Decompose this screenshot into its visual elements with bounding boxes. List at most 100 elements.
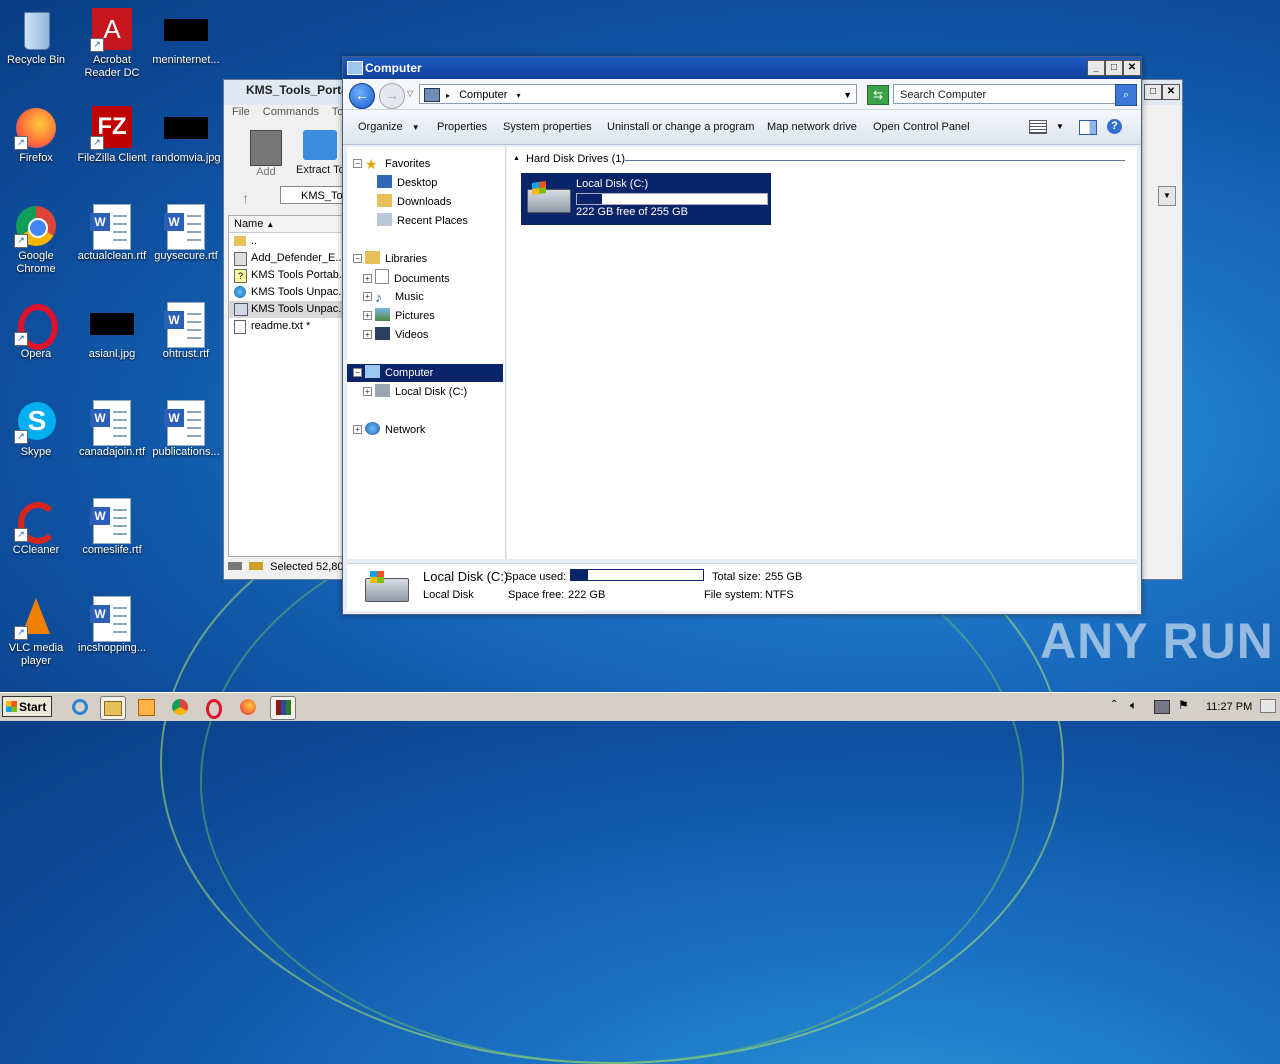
expand-icon[interactable]: + bbox=[353, 425, 362, 434]
view-options-icon[interactable] bbox=[1029, 120, 1047, 134]
start-button[interactable]: Start bbox=[2, 696, 52, 717]
group-header[interactable]: ▲ Hard Disk Drives (1) bbox=[513, 153, 1133, 167]
nav-music[interactable]: + ♪ Music bbox=[363, 288, 424, 306]
action-center-flag-icon[interactable]: ⚑ bbox=[1178, 698, 1189, 712]
desktop-icon-meninternet[interactable]: meninternet... bbox=[150, 8, 222, 67]
nav-videos[interactable]: + Videos bbox=[363, 326, 428, 344]
desktop-icon-firefox[interactable]: ↗ Firefox bbox=[0, 106, 72, 165]
nav-pictures[interactable]: + Pictures bbox=[363, 307, 435, 325]
show-hidden-icons-icon[interactable]: ⌃ bbox=[1110, 699, 1118, 710]
taskbar-firefox-button[interactable] bbox=[236, 696, 260, 718]
show-desktop-button[interactable] bbox=[1260, 699, 1276, 713]
nav-computer[interactable]: − Computer bbox=[347, 364, 503, 382]
taskbar-opera-button[interactable] bbox=[202, 696, 226, 719]
collapse-icon[interactable]: − bbox=[353, 368, 362, 377]
expand-icon[interactable]: + bbox=[363, 330, 372, 339]
taskbar-ie-button[interactable] bbox=[68, 696, 92, 718]
expand-icon[interactable]: + bbox=[363, 274, 372, 283]
organize-button[interactable]: Organize ▼ bbox=[358, 121, 420, 133]
winrar-menu: File Commands Too bbox=[232, 106, 350, 118]
refresh-button[interactable]: ⇆ bbox=[867, 85, 889, 105]
nav-local-disk[interactable]: + Local Disk (C:) bbox=[363, 383, 467, 401]
up-arrow-icon[interactable]: ↑ bbox=[242, 190, 249, 206]
list-item[interactable]: Add_Defender_E... bbox=[229, 250, 345, 267]
desktop-icon-asianl[interactable]: asianl.jpg bbox=[76, 302, 148, 361]
desktop-icon-opera[interactable]: ↗ Opera bbox=[0, 302, 72, 361]
back-button[interactable]: ← bbox=[349, 83, 375, 109]
maximize-button[interactable]: □ bbox=[1105, 60, 1123, 76]
close-button[interactable]: ✕ bbox=[1162, 84, 1180, 100]
system-properties-button[interactable]: System properties bbox=[503, 121, 592, 133]
properties-button[interactable]: Properties bbox=[437, 121, 487, 133]
breadcrumb-computer[interactable]: Computer bbox=[459, 89, 507, 101]
expand-icon[interactable]: + bbox=[363, 292, 372, 301]
desktop-icon-randomvia[interactable]: randomvia.jpg bbox=[150, 106, 222, 165]
path-dropdown[interactable]: ▼ bbox=[1158, 186, 1176, 206]
column-header-name[interactable]: Name ▲ bbox=[229, 216, 345, 233]
address-dropdown-icon[interactable]: ▼ bbox=[843, 85, 852, 105]
menu-file[interactable]: File bbox=[232, 106, 250, 118]
preview-pane-icon[interactable] bbox=[1079, 120, 1097, 135]
desktop-icon-skype[interactable]: S ↗ Skype bbox=[0, 400, 72, 459]
winrar-path[interactable]: KMS_Too bbox=[280, 186, 344, 204]
history-dropdown-icon[interactable]: ▽ bbox=[407, 89, 413, 98]
desktop-icon-canadajoin[interactable]: W canadajoin.rtf bbox=[76, 400, 148, 459]
clock[interactable]: 11:27 PM bbox=[1206, 701, 1252, 713]
network-tray-icon[interactable] bbox=[1154, 700, 1170, 714]
desktop-icon-ccleaner[interactable]: ↗ CCleaner bbox=[0, 498, 72, 557]
desktop-icon-filezilla[interactable]: FZ ↗ FileZilla Client bbox=[76, 106, 148, 165]
taskbar-winrar-button[interactable] bbox=[270, 696, 296, 720]
taskbar-chrome-button[interactable] bbox=[168, 696, 192, 718]
desktop-icon-actualclean[interactable]: W actualclean.rtf bbox=[76, 204, 148, 263]
desktop-icon-ohtrust[interactable]: W ohtrust.rtf bbox=[150, 302, 222, 361]
nav-recent-places[interactable]: Recent Places bbox=[377, 212, 468, 230]
desktop-icon-vlc[interactable]: ↗ VLC media player bbox=[0, 596, 72, 668]
explorer-window[interactable]: Computer _ □ ✕ ← → ▽ ▸ Computer ▾ ▼ ⇆ Se… bbox=[342, 56, 1142, 615]
close-button[interactable]: ✕ bbox=[1123, 60, 1141, 76]
taskbar-explorer-button[interactable] bbox=[100, 696, 126, 720]
expand-icon[interactable]: + bbox=[363, 387, 372, 396]
desktop-icon-publications[interactable]: W publications... bbox=[150, 400, 222, 459]
desktop-icon-chrome[interactable]: ↗ Google Chrome bbox=[0, 204, 72, 276]
nav-favorites[interactable]: − ★ Favorites bbox=[353, 155, 430, 173]
search-button[interactable]: ⌕ bbox=[1115, 84, 1137, 106]
list-item-selected[interactable]: KMS Tools Unpac... bbox=[229, 301, 345, 318]
desktop-icon-acrobat[interactable]: A ↗ Acrobat Reader DC bbox=[76, 8, 148, 80]
help-icon[interactable]: ? bbox=[1107, 119, 1122, 134]
list-item[interactable]: .. bbox=[229, 233, 345, 250]
collapse-group-icon[interactable]: ▲ bbox=[513, 155, 520, 162]
explorer-titlebar[interactable]: Computer _ □ ✕ bbox=[343, 57, 1141, 79]
forward-button[interactable]: → bbox=[379, 83, 405, 109]
taskbar-media-player-button[interactable] bbox=[134, 696, 158, 718]
desktop-icon-guysecure[interactable]: W guysecure.rtf bbox=[150, 204, 222, 263]
maximize-button[interactable]: □ bbox=[1144, 84, 1162, 100]
search-input[interactable]: Search Computer bbox=[893, 84, 1131, 104]
list-item[interactable]: ? KMS Tools Portab... bbox=[229, 267, 345, 284]
nav-downloads[interactable]: Downloads bbox=[377, 193, 451, 211]
winrar-add-button[interactable]: Add bbox=[246, 130, 286, 178]
list-item[interactable]: KMS Tools Unpac... bbox=[229, 284, 345, 301]
list-item[interactable]: readme.txt * bbox=[229, 318, 345, 335]
view-dropdown-icon[interactable]: ▼ bbox=[1056, 122, 1064, 131]
map-network-drive-button[interactable]: Map network drive bbox=[767, 121, 857, 133]
desktop-icon-comeslife[interactable]: W comeslife.rtf bbox=[76, 498, 148, 557]
nav-network[interactable]: + Network bbox=[353, 421, 425, 439]
winrar-icon bbox=[275, 700, 291, 715]
collapse-icon[interactable]: − bbox=[353, 159, 362, 168]
winrar-extract-button[interactable]: Extract To bbox=[296, 130, 344, 176]
breadcrumb-chevron-icon[interactable]: ▾ bbox=[516, 91, 520, 100]
address-field[interactable]: ▸ Computer ▾ ▼ bbox=[419, 84, 857, 104]
drive-tile-local-disk[interactable]: Local Disk (C:) 222 GB free of 255 GB bbox=[521, 173, 771, 225]
menu-commands[interactable]: Commands bbox=[263, 106, 319, 118]
nav-documents[interactable]: + Documents bbox=[363, 269, 450, 287]
volume-icon[interactable]: 🔈︎ bbox=[1130, 698, 1137, 713]
nav-desktop[interactable]: Desktop bbox=[377, 174, 437, 192]
desktop-icon-recycle-bin[interactable]: Recycle Bin bbox=[0, 8, 72, 67]
open-control-panel-button[interactable]: Open Control Panel bbox=[873, 121, 970, 133]
uninstall-program-button[interactable]: Uninstall or change a program bbox=[607, 121, 754, 133]
minimize-button[interactable]: _ bbox=[1087, 60, 1105, 76]
expand-icon[interactable]: + bbox=[363, 311, 372, 320]
desktop-icon-incshopping[interactable]: W incshopping... bbox=[76, 596, 148, 655]
nav-libraries[interactable]: − Libraries bbox=[353, 250, 427, 268]
collapse-icon[interactable]: − bbox=[353, 254, 362, 263]
